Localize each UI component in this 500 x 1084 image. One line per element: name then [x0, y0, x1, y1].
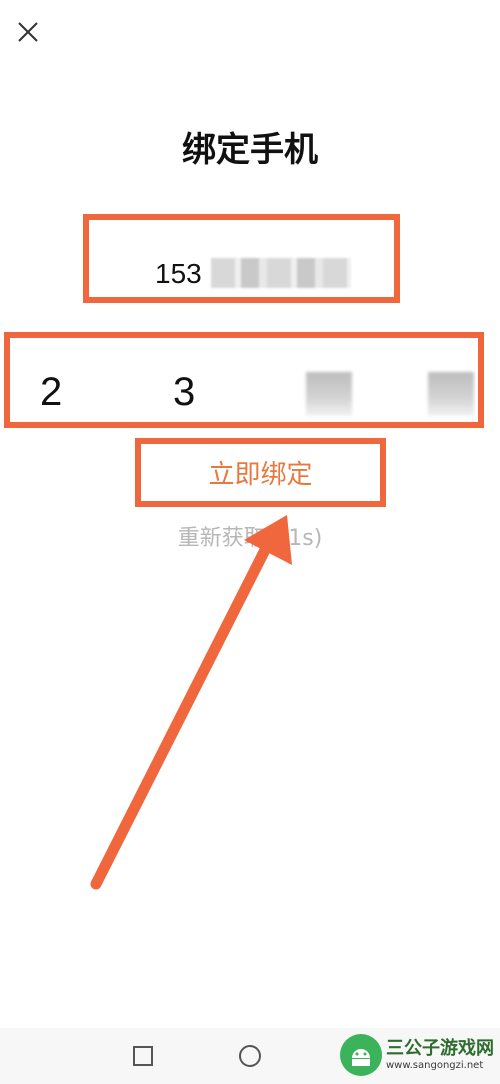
code-digit-3-blurred	[306, 372, 352, 416]
recent-apps-button[interactable]	[129, 1042, 157, 1070]
home-button[interactable]	[236, 1042, 264, 1070]
circle-icon	[239, 1045, 261, 1067]
square-icon	[133, 1046, 153, 1066]
code-digit-1: 2	[40, 370, 63, 414]
bind-now-button[interactable]: 立即绑定	[135, 438, 386, 507]
code-digit-2: 3	[173, 370, 196, 414]
site-watermark: 三公子游戏网 www.sangongzi.net	[340, 1034, 494, 1076]
close-button[interactable]	[14, 18, 42, 46]
android-logo-icon	[340, 1034, 382, 1076]
resend-code-link[interactable]: 重新获取(51s)	[0, 520, 500, 552]
code-digit-4-blurred	[428, 372, 474, 416]
close-icon	[18, 22, 38, 42]
verification-code-input[interactable]: 2 3	[4, 332, 484, 428]
phone-number-field[interactable]: 153	[83, 214, 400, 303]
phone-number-blurred	[211, 258, 351, 288]
watermark-name: 三公子游戏网	[386, 1038, 494, 1059]
watermark-url: www.sangongzi.net	[386, 1060, 484, 1071]
phone-number-prefix: 153	[155, 258, 202, 289]
page-title: 绑定手机	[182, 130, 318, 170]
